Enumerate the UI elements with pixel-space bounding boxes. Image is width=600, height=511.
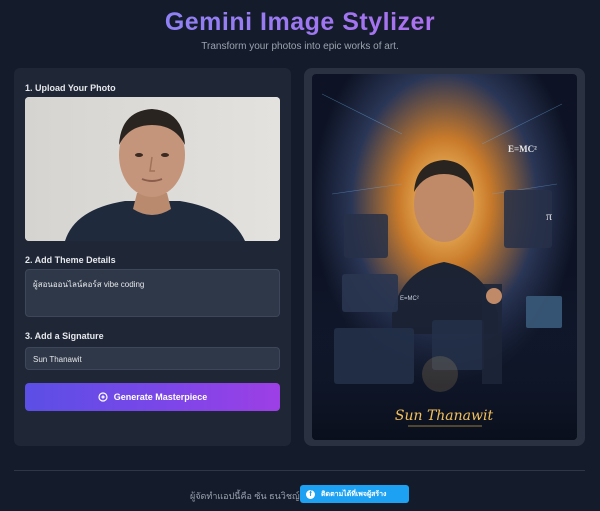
uploaded-photo[interactable] <box>25 97 280 241</box>
result-panel: E=MC² E=MC² π Sun Thanawit <box>304 68 585 446</box>
app-title: Gemini Image Stylizer <box>0 8 600 37</box>
step-signature-label: 3. Add a Signature <box>25 331 104 341</box>
signature-overlay: Sun Thanawit <box>395 408 494 424</box>
app-subtitle: Transform your photos into epic works of… <box>201 41 399 52</box>
theme-textarea[interactable]: ผู้สอนออนไลน์คอร์ส vibe coding <box>25 269 280 317</box>
pi-overlay: π <box>546 209 552 223</box>
generated-image[interactable]: E=MC² E=MC² π Sun Thanawit <box>312 74 577 440</box>
step-theme-label: 2. Add Theme Details <box>25 255 116 265</box>
input-panel: 1. Upload Your Photo 2. Add Theme Detail… <box>14 68 291 446</box>
generate-button[interactable]: Generate Masterpiece <box>25 383 280 411</box>
signature-input[interactable]: Sun Thanawit <box>25 347 280 370</box>
sparkle-icon <box>98 392 108 402</box>
portrait-image <box>25 97 280 241</box>
facebook-button[interactable]: f ติดตามได้ที่เพจผู้สร้าง <box>300 485 409 503</box>
creator-credit: ผู้จัดทำแอปนี้คือ ซัน ธนวิชญ์ <box>190 491 300 501</box>
footer-divider <box>14 470 585 471</box>
facebook-button-label: ติดตามได้ที่เพจผู้สร้าง <box>321 490 387 498</box>
facebook-icon: f <box>306 489 315 499</box>
generate-button-label: Generate Masterpiece <box>113 392 208 402</box>
stylized-artwork: E=MC² E=MC² π Sun Thanawit <box>312 74 577 440</box>
formula-overlay-2: E=MC² <box>400 296 419 302</box>
formula-overlay-1: E=MC² <box>508 144 537 154</box>
step-upload-label: 1. Upload Your Photo <box>25 83 116 93</box>
